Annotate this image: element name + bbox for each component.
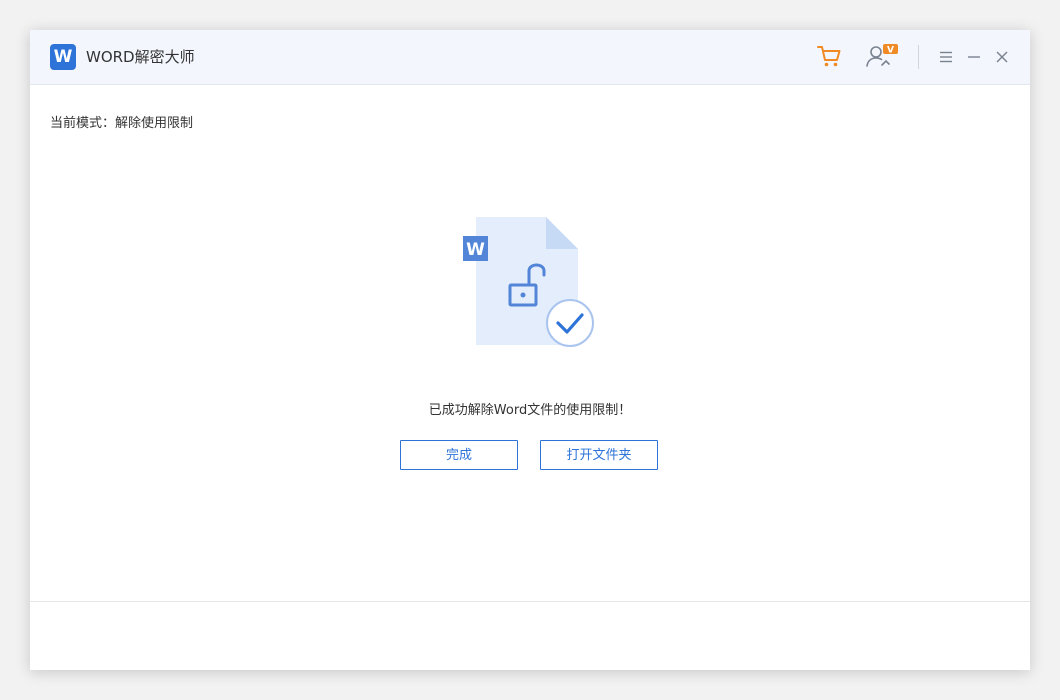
current-mode-label: 当前模式：解除使用限制 [50,116,194,131]
unlock-success-illustration: W [460,213,600,353]
vip-badge: V [887,46,894,56]
minimize-icon[interactable] [966,49,982,65]
user-vip-icon[interactable]: V [864,42,904,70]
menu-icon[interactable] [938,49,954,65]
titlebar-separator [918,45,919,69]
success-message: 已成功解除Word文件的使用限制！ [428,403,632,418]
app-window: W WORD解密大师 V 当前模式：解除使用限制 W 已成功解除Word文件的使… [30,30,1030,670]
title-bar: W WORD解密大师 V [30,30,1030,85]
footer-divider [30,601,1030,602]
cart-icon[interactable] [816,43,842,69]
open-folder-button[interactable]: 打开文件夹 [540,440,658,470]
app-logo-icon: W [50,44,76,70]
done-button[interactable]: 完成 [400,440,518,470]
check-circle-icon [546,299,594,347]
doc-letter: W [466,240,485,260]
app-title: WORD解密大师 [86,48,195,66]
close-icon[interactable] [994,49,1010,65]
